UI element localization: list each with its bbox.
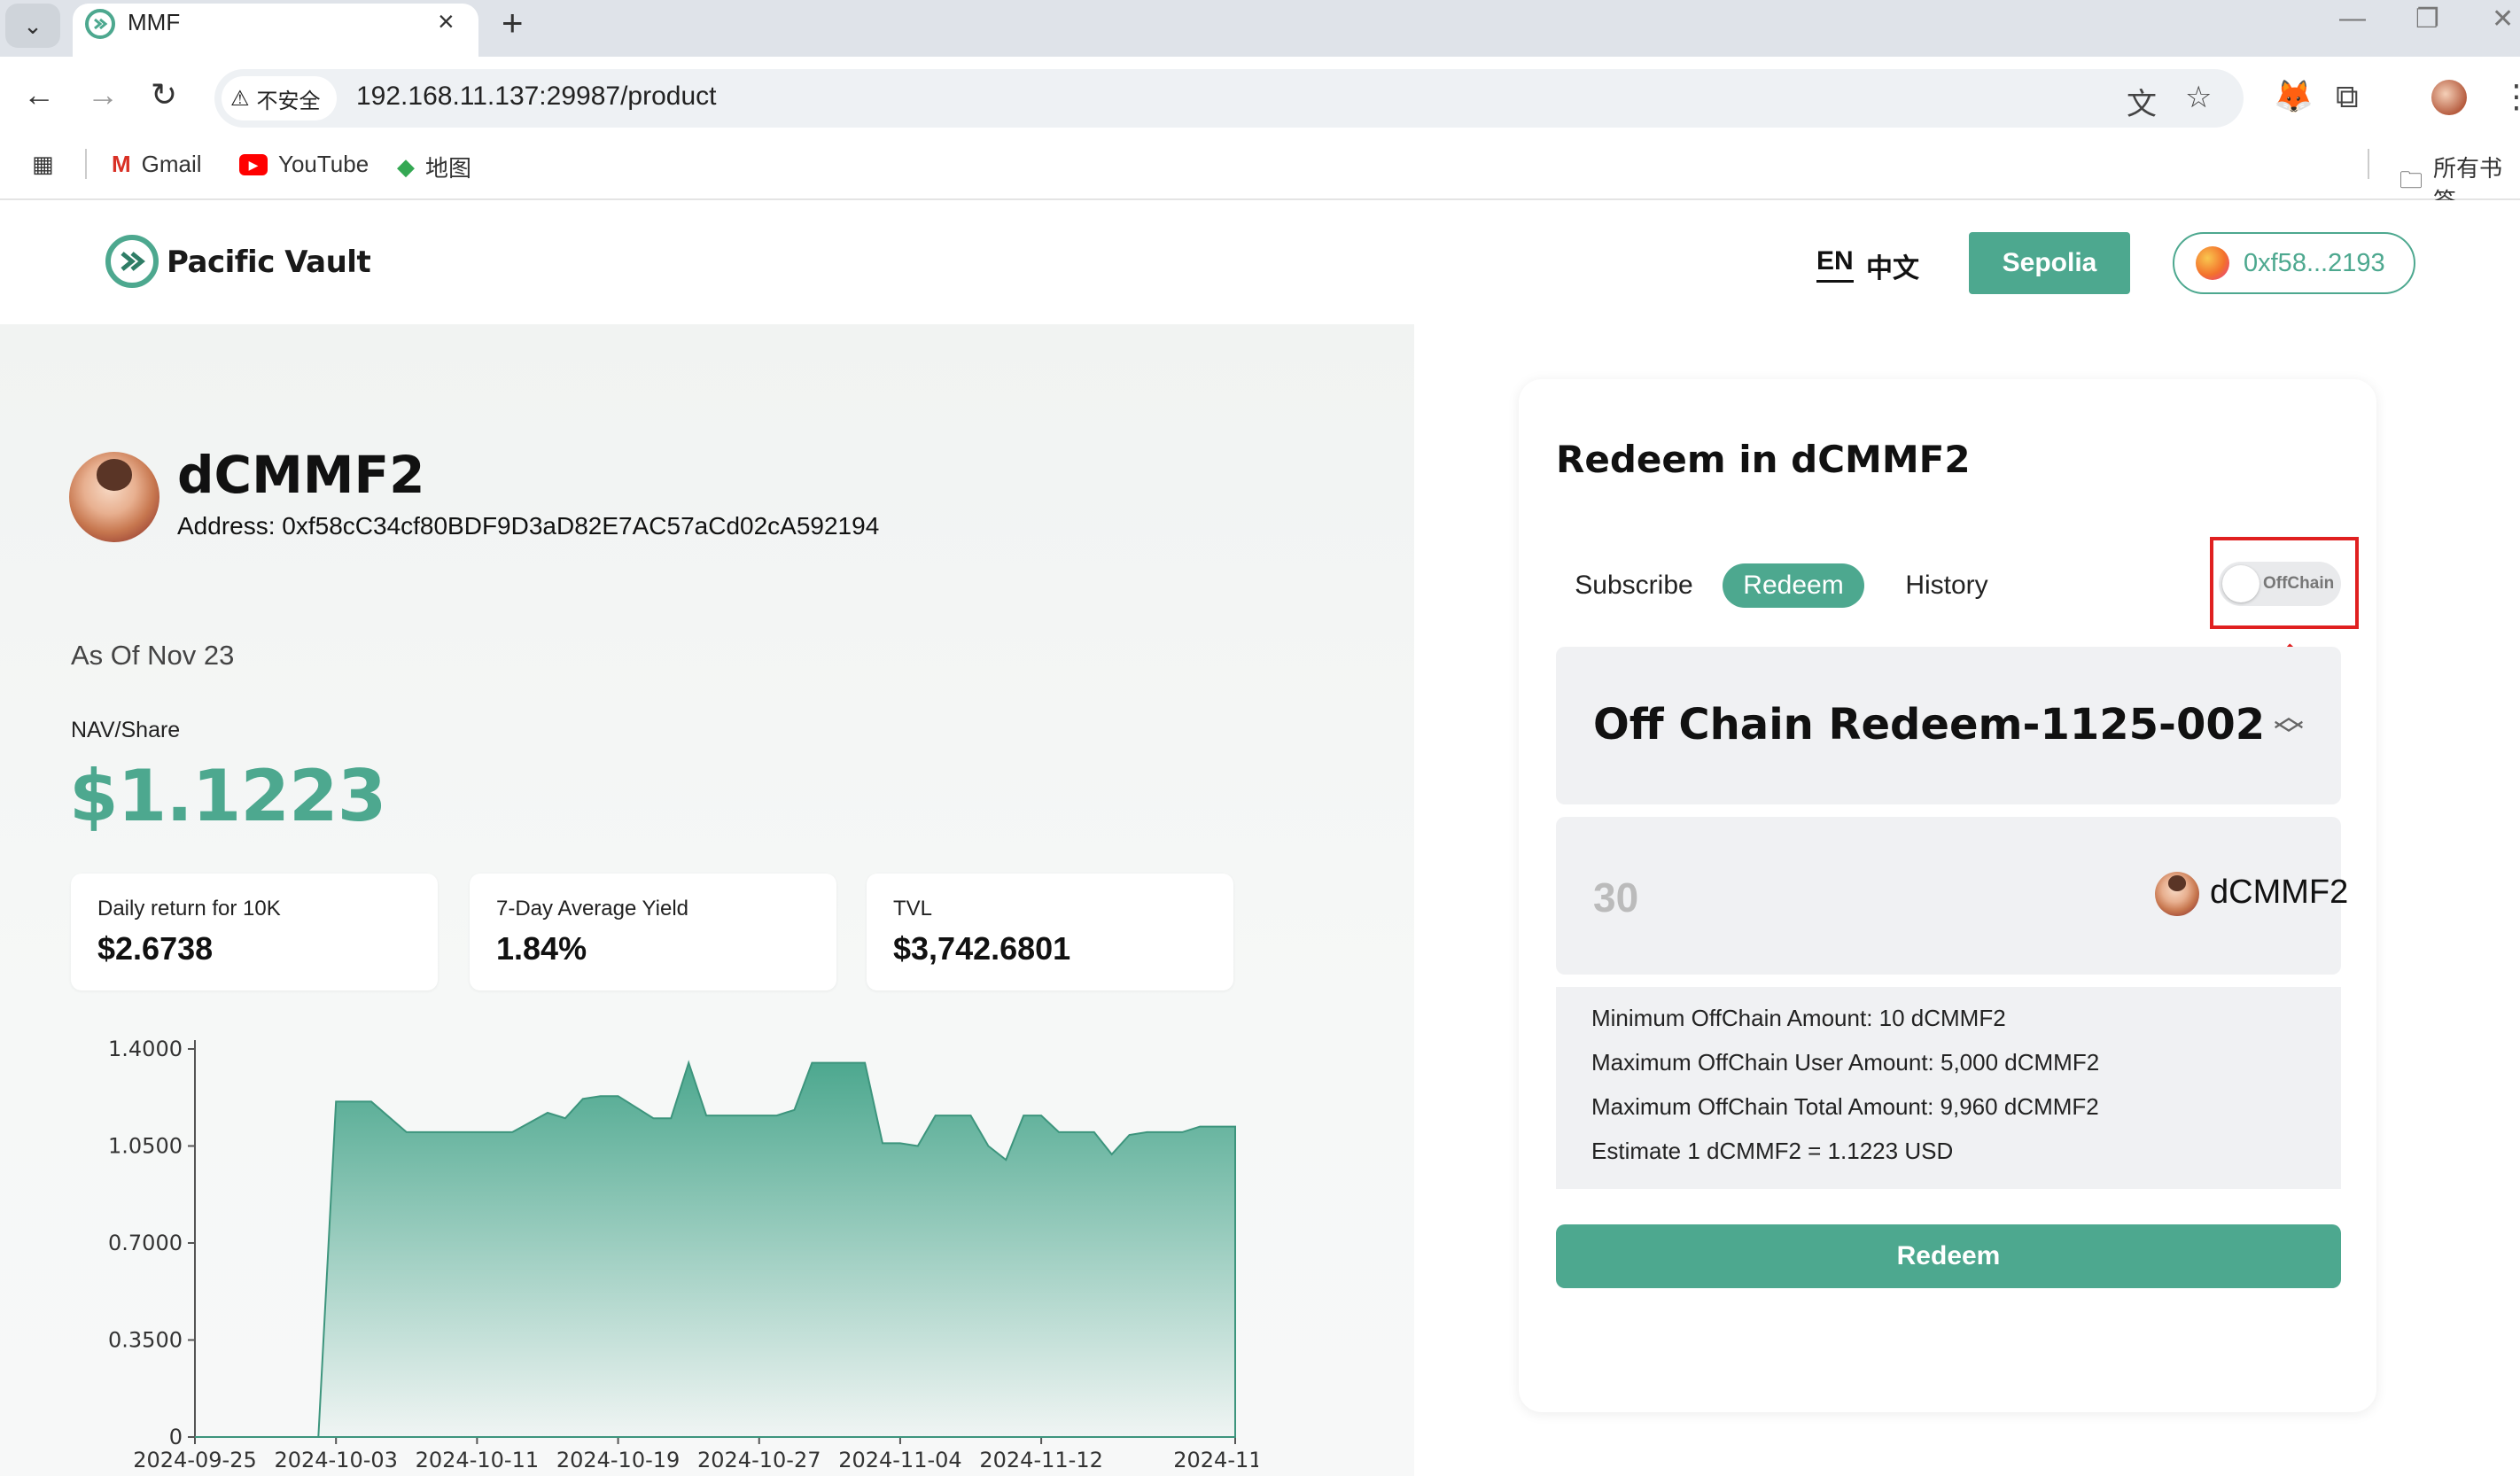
toggle-label: OffChain	[2263, 574, 2335, 593]
app-header	[0, 200, 2520, 324]
redeem-card-title: Redeem in dCMMF2	[1556, 438, 1971, 481]
toggle-knob	[2222, 565, 2259, 602]
bookmark-star-icon[interactable]: ☆	[2185, 80, 2212, 115]
bookmark-youtube[interactable]: ▶ YouTube	[239, 151, 369, 178]
info-max-total-amount: Maximum OffChain Total Amount: 9,960 dCM…	[1591, 1093, 2099, 1120]
x-tick-label: 2024-11-23	[1173, 1448, 1258, 1472]
bookmark-label: Gmail	[141, 151, 202, 177]
x-tick-label: 2024-10-11	[416, 1448, 539, 1472]
stat-value: $2.6738	[97, 930, 214, 967]
back-icon[interactable]: ←	[23, 76, 55, 113]
y-tick-label: 0.7000	[108, 1231, 183, 1255]
site-favicon-icon	[85, 9, 115, 39]
stat-card-tvl: TVL $3,742.6801	[867, 874, 1233, 990]
insecure-label: 不安全	[256, 89, 321, 113]
stat-label: TVL	[893, 897, 933, 921]
tab-search-button[interactable]: ⌄	[5, 4, 60, 48]
bookmark-label: YouTube	[278, 151, 369, 177]
lang-en-button[interactable]: EN	[1816, 246, 1854, 283]
stat-value: 1.84%	[496, 930, 587, 967]
profile-avatar[interactable]	[2431, 80, 2467, 115]
lang-zh-button[interactable]: 中文	[1866, 246, 1919, 285]
tab-subscribe[interactable]: Subscribe	[1556, 563, 1712, 608]
stat-value: $3,742.6801	[893, 930, 1071, 967]
selected-redeem-option[interactable]: Off Chain Redeem-1125-002	[1593, 700, 2265, 750]
token-symbol: dCMMF2	[2210, 874, 2349, 911]
youtube-icon: ▶	[239, 153, 268, 175]
x-tick-label: 2024-09-25	[133, 1448, 256, 1472]
security-indicator[interactable]: ⚠ 不安全	[222, 76, 337, 120]
x-tick-label: 2024-11-12	[979, 1448, 1102, 1472]
stat-label: 7-Day Average Yield	[496, 897, 689, 921]
nav-value: $1.1223	[69, 755, 386, 837]
y-tick-label: 1.4000	[108, 1037, 183, 1061]
browser-menu-icon[interactable]: ⋮	[2501, 78, 2520, 115]
fund-address: Address: 0xf58cC34cf80BDF9D3aD82E7AC57aC…	[177, 512, 880, 540]
as-of-date: As Of Nov 23	[71, 640, 235, 671]
restore-icon[interactable]: ❐	[2415, 4, 2439, 35]
maps-icon: ◆	[397, 153, 415, 180]
nav-area-series	[195, 1060, 1236, 1438]
x-tick-label: 2024-10-27	[697, 1448, 821, 1472]
pacific-vault-logo-icon[interactable]	[105, 234, 159, 289]
select-chevron-icon[interactable]: ︿ ﹀	[2274, 702, 2304, 751]
minimize-icon[interactable]: —	[2339, 4, 2366, 34]
amount-input[interactable]: 30	[1593, 874, 1638, 921]
tab-close-icon[interactable]: ×	[438, 5, 455, 38]
folder-icon: 🗀	[2399, 167, 2423, 193]
wallet-address: 0xf58...2193	[2244, 248, 2385, 277]
stat-label: Daily return for 10K	[97, 897, 281, 921]
apps-grid-icon[interactable]: ▦	[32, 151, 54, 178]
translate-icon[interactable]: 文	[2127, 80, 2157, 123]
warning-icon: ⚠	[230, 86, 250, 111]
redeem-button[interactable]: Redeem	[1556, 1224, 2341, 1288]
tab-redeem[interactable]: Redeem	[1723, 563, 1864, 608]
nav-history-chart[interactable]: 0 0.3500 0.7000 1.0500 1.4000 2024-09-25 2024-…	[89, 1024, 1258, 1476]
offchain-toggle[interactable]: OffChain	[2219, 562, 2341, 606]
bookmark-gmail[interactable]: M Gmail	[112, 151, 202, 178]
bookmarks-divider	[85, 149, 87, 179]
bookmarks-bar	[0, 140, 2520, 200]
new-tab-icon[interactable]: +	[502, 2, 524, 44]
nav-label: NAV/Share	[71, 718, 181, 742]
stat-card-daily-return: Daily return for 10K $2.6738	[71, 874, 438, 990]
info-estimate-rate: Estimate 1 dCMMF2 = 1.1223 USD	[1591, 1138, 1954, 1164]
logo-text[interactable]: Pacific Vault	[167, 245, 371, 280]
close-window-icon[interactable]: ✕	[2492, 4, 2514, 35]
gmail-icon: M	[112, 151, 131, 177]
extensions-icon[interactable]: ⧉	[2336, 78, 2359, 116]
bookmark-maps[interactable]: ◆ 地图	[397, 151, 471, 183]
x-tick-label: 2024-11-04	[838, 1448, 961, 1472]
reload-icon[interactable]: ↻	[151, 76, 177, 113]
url-text[interactable]: 192.168.11.137:29987/product	[356, 82, 716, 112]
stat-card-7day-yield: 7-Day Average Yield 1.84%	[470, 874, 836, 990]
wallet-avatar-icon	[2196, 246, 2229, 280]
network-button[interactable]: Sepolia	[1969, 232, 2130, 294]
fund-name: dCMMF2	[177, 445, 425, 505]
info-max-user-amount: Maximum OffChain User Amount: 5,000 dCMM…	[1591, 1049, 2100, 1076]
y-tick-label: 1.0500	[108, 1134, 183, 1159]
bookmark-label: 地图	[425, 155, 472, 182]
forward-icon[interactable]: →	[87, 76, 119, 113]
tab-title: MMF	[128, 9, 181, 35]
token-avatar	[2155, 872, 2199, 916]
y-tick-label: 0	[169, 1425, 183, 1449]
bookmarks-divider	[2368, 149, 2369, 179]
y-tick-label: 0.3500	[108, 1328, 183, 1353]
tab-history[interactable]: History	[1891, 563, 2003, 608]
fund-avatar	[69, 452, 159, 542]
metamask-extension-icon[interactable]: 🦊	[2274, 78, 2314, 115]
x-tick-label: 2024-10-19	[556, 1448, 680, 1472]
x-tick-label: 2024-10-03	[274, 1448, 397, 1472]
info-min-amount: Minimum OffChain Amount: 10 dCMMF2	[1591, 1005, 2006, 1031]
wallet-button[interactable]: 0xf58...2193	[2173, 232, 2415, 294]
